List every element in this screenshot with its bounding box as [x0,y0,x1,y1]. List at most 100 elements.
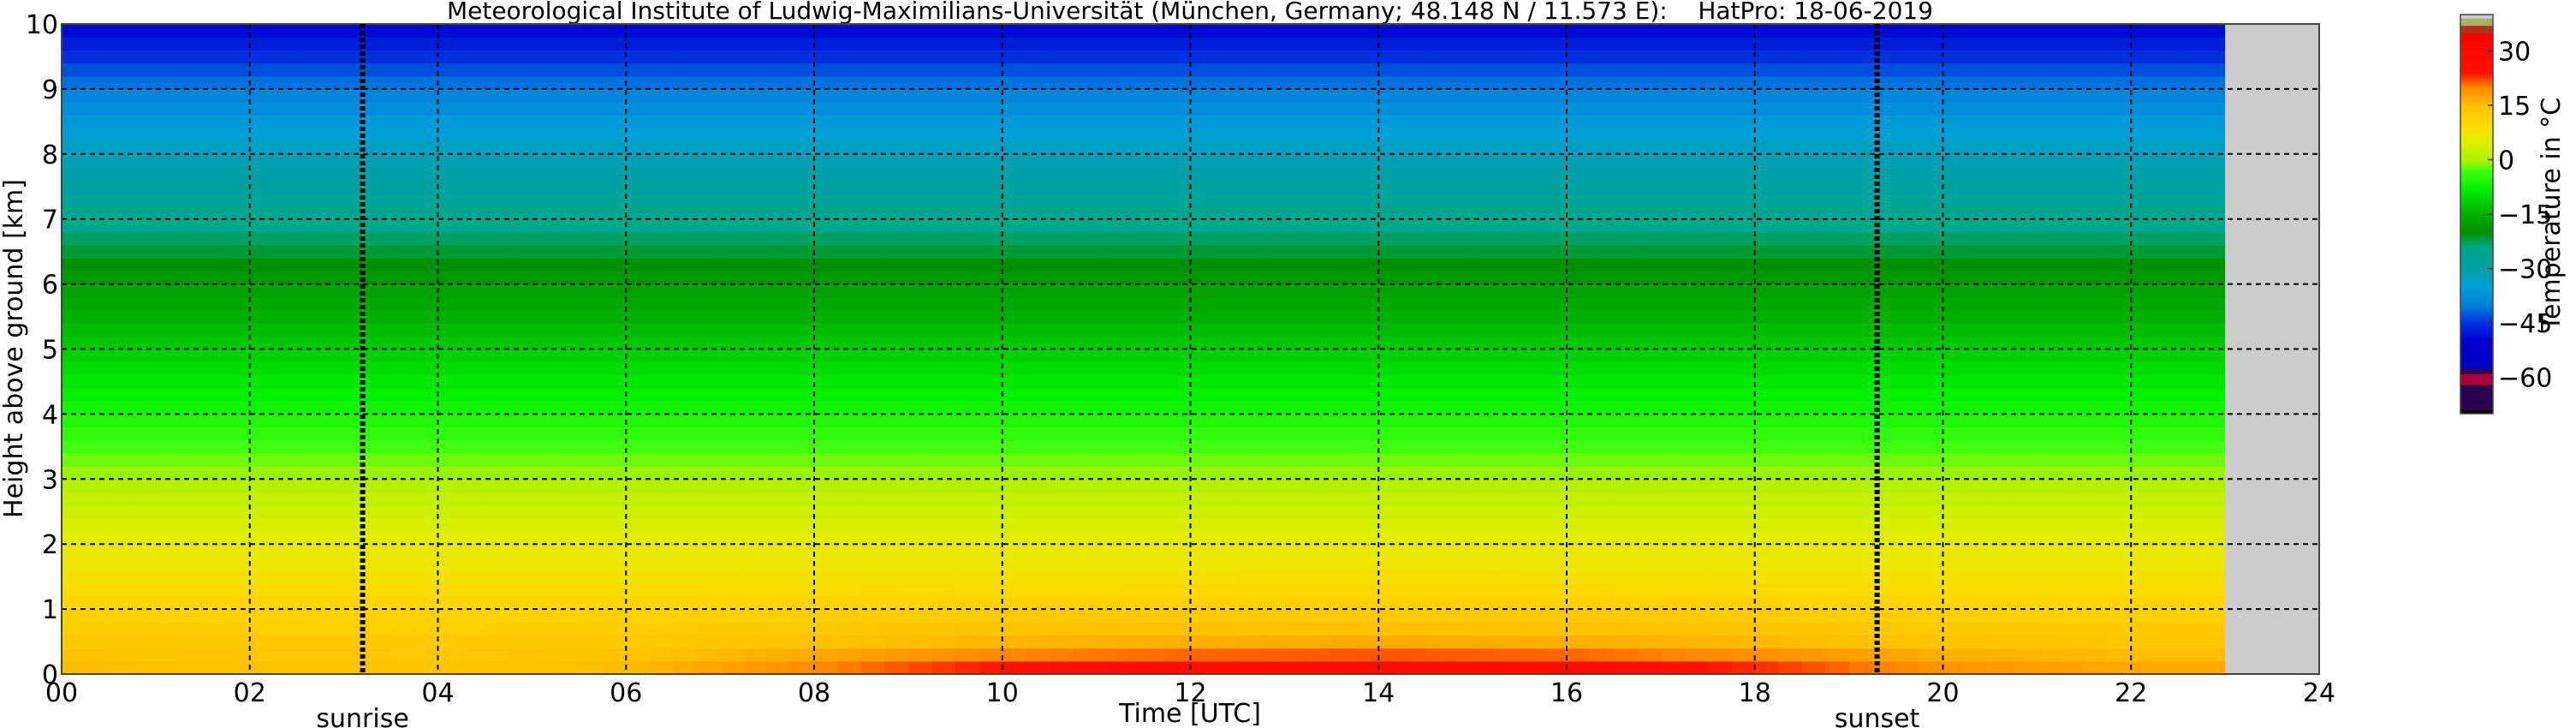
heatmap-cell [1049,388,1074,402]
heatmap-cell [202,218,227,233]
heatmap-cell [1401,349,1426,363]
heatmap-cell [179,479,204,493]
heatmap-cell [1520,271,1544,285]
heatmap-cell [1096,557,1121,571]
heatmap-cell [1378,544,1403,558]
heatmap-cell [1401,479,1426,493]
heatmap-cell [1496,452,1520,467]
heatmap-cell [649,166,674,181]
heatmap-cell [108,570,134,584]
heatmap-cell [1919,582,1944,597]
heatmap-cell [1895,24,1920,38]
heatmap-cell [1002,128,1026,142]
heatmap-cell [1990,37,2014,51]
heatmap-cell [249,427,274,441]
heatmap-cell [2037,245,2061,259]
heatmap-cell [955,439,979,454]
heatmap-cell [1990,296,2014,311]
heatmap-cell [555,50,580,64]
heatmap-cell [837,153,862,168]
heatmap-cell [1049,309,1074,324]
heatmap-cell [1026,115,1050,129]
heatmap-cell [1237,622,1262,636]
heatmap-cell [508,531,532,545]
heatmap-cell [1543,231,1568,246]
heatmap-cell [179,24,204,38]
heatmap-cell [1307,245,1332,259]
heatmap-cell [790,271,815,285]
heatmap-cell [1049,245,1074,259]
heatmap-cell [108,647,134,662]
heatmap-cell [390,336,415,350]
heatmap-cell [414,128,439,142]
heatmap-cell [1825,361,1850,376]
heatmap-cell [85,245,110,259]
heatmap-cell [743,24,768,38]
heatmap-cell [437,24,462,38]
heatmap-cell [2131,63,2156,77]
heatmap-cell [1143,218,1168,233]
heatmap-cell [1284,245,1309,259]
heatmap-cell [1472,647,1497,662]
heatmap-cell [85,531,110,545]
heatmap-cell [1520,570,1544,584]
heatmap-cell [2013,557,2038,571]
heatmap-cell [1401,24,1426,38]
heatmap-cell [1543,323,1568,337]
heatmap-cell [1942,296,1967,311]
heatmap-cell [790,570,815,584]
heatmap-cell [1425,570,1450,584]
heatmap-cell [461,466,486,480]
heatmap-cell [696,166,721,181]
heatmap-cell [1167,50,1192,64]
heatmap-cell [790,595,815,610]
heatmap-cell [1778,452,1803,467]
heatmap-cell [1590,153,1615,168]
heatmap-cell [743,37,768,51]
heatmap-cell [132,622,157,636]
heatmap-cell [1425,504,1450,519]
heatmap-cell [2107,544,2132,558]
heatmap-cell [2037,388,2061,402]
heatmap-cell [1942,635,1967,649]
heatmap-cell [2084,336,2109,350]
heatmap-cell [485,245,509,259]
heatmap-cell [1825,63,1850,77]
heatmap-cell [1002,193,1026,207]
heatmap-cell [2037,271,2061,285]
heatmap-cell [532,635,556,649]
heatmap-cell [437,595,462,610]
heatmap-cell [2107,452,2132,467]
heatmap-cell [2084,283,2109,298]
heatmap-cell [1684,153,1709,168]
heatmap-cell [1425,336,1450,350]
heatmap-cell [2060,349,2085,363]
heatmap-cell [1096,336,1121,350]
heatmap-cell [626,374,651,389]
heatmap-cell [179,557,204,571]
heatmap-cell [2084,452,2109,467]
heatmap-cell [649,115,674,129]
heatmap-cell [1754,635,1779,649]
heatmap-cell [508,517,532,532]
heatmap-cell [931,647,956,662]
heatmap-cell [579,153,604,168]
heatmap-cell [649,88,674,103]
heatmap-cell [1190,115,1215,129]
heatmap-cell [414,37,439,51]
heatmap-cell [1990,582,2014,597]
heatmap-cell [555,414,580,428]
heatmap-cell [1919,231,1944,246]
heatmap-cell [720,102,745,116]
heatmap-cell [1567,349,1591,363]
x-tick-label: 16 [1550,678,1583,708]
heatmap-cell [1801,283,1826,298]
heatmap-cell [979,374,1003,389]
heatmap-cell [532,557,556,571]
heatmap-cell [1120,193,1145,207]
heatmap-cell [1590,37,1615,51]
heatmap-cell [1260,63,1285,77]
heatmap-cell [1801,231,1826,246]
heatmap-cell [1120,427,1145,441]
heatmap-cell [696,50,721,64]
